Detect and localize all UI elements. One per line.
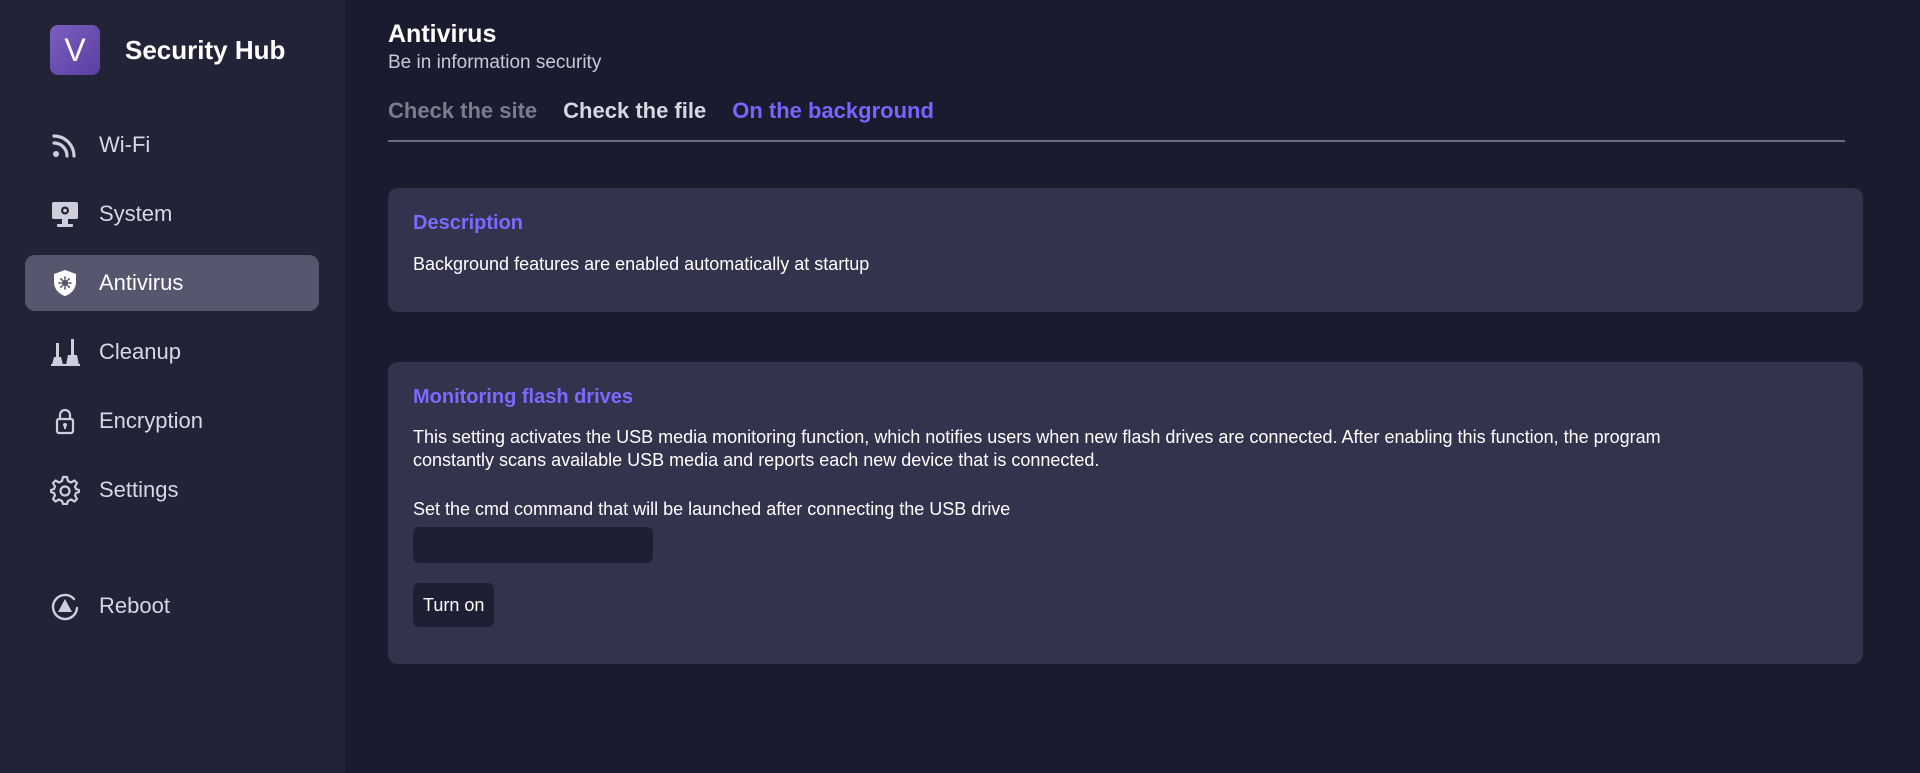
sidebar-item-label: Settings <box>99 477 179 502</box>
tab-bar: Check the site Check the file On the bac… <box>388 98 1845 142</box>
sidebar-item-settings[interactable]: Settings <box>25 462 319 518</box>
sidebar-item-wifi[interactable]: Wi-Fi <box>25 117 319 173</box>
description-card: Description Background features are enab… <box>388 188 1863 312</box>
sidebar-item-label: Cleanup <box>99 339 181 364</box>
page-title: Antivirus <box>388 20 497 48</box>
lock-icon <box>49 405 81 437</box>
reboot-icon <box>49 590 81 622</box>
monitoring-title: Monitoring flash drives <box>413 386 634 408</box>
main-content: Antivirus Be in information security Che… <box>345 0 1920 773</box>
monitor-icon <box>49 198 81 230</box>
description-title: Description <box>413 212 524 234</box>
monitoring-description-line1: This setting activates the USB media mon… <box>413 427 1661 447</box>
broom-icon <box>49 336 81 368</box>
wifi-icon <box>49 129 81 161</box>
reboot-label: Reboot <box>99 593 170 618</box>
shield-icon <box>49 267 81 299</box>
gear-icon <box>49 474 81 506</box>
sidebar: V Security Hub Wi-Fi System Antivirus Cl… <box>0 0 345 773</box>
sidebar-item-label: Antivirus <box>99 270 184 295</box>
sidebar-item-encryption[interactable]: Encryption <box>25 393 319 449</box>
sidebar-item-antivirus[interactable]: Antivirus <box>25 255 319 311</box>
app-name: Security Hub <box>125 34 286 65</box>
page-subtitle: Be in information security <box>388 52 602 73</box>
tab-on-background[interactable]: On the background <box>732 98 934 140</box>
monitoring-card: Monitoring flash drives This setting act… <box>388 362 1863 664</box>
turn-on-button[interactable]: Turn on <box>413 583 495 627</box>
brand: V Security Hub <box>50 25 285 75</box>
sidebar-item-label: System <box>99 201 173 226</box>
sidebar-item-system[interactable]: System <box>25 186 319 242</box>
sidebar-item-cleanup[interactable]: Cleanup <box>25 324 319 380</box>
app-window: V Security Hub Wi-Fi System Antivirus Cl… <box>0 0 1920 773</box>
sidebar-item-label: Wi-Fi <box>99 132 151 157</box>
sidebar-item-reboot[interactable]: Reboot <box>25 578 319 634</box>
monitoring-description-line2: constantly scans available USB media and… <box>413 450 1100 470</box>
tab-check-file[interactable]: Check the file <box>563 98 706 140</box>
cmd-label: Set the cmd command that will be launche… <box>413 499 1011 519</box>
tab-check-site[interactable]: Check the site <box>388 98 537 140</box>
description-text: Background features are enabled automati… <box>413 254 870 274</box>
app-logo: V <box>50 25 100 75</box>
sidebar-item-label: Encryption <box>99 408 203 433</box>
cmd-command-input[interactable] <box>413 527 653 563</box>
